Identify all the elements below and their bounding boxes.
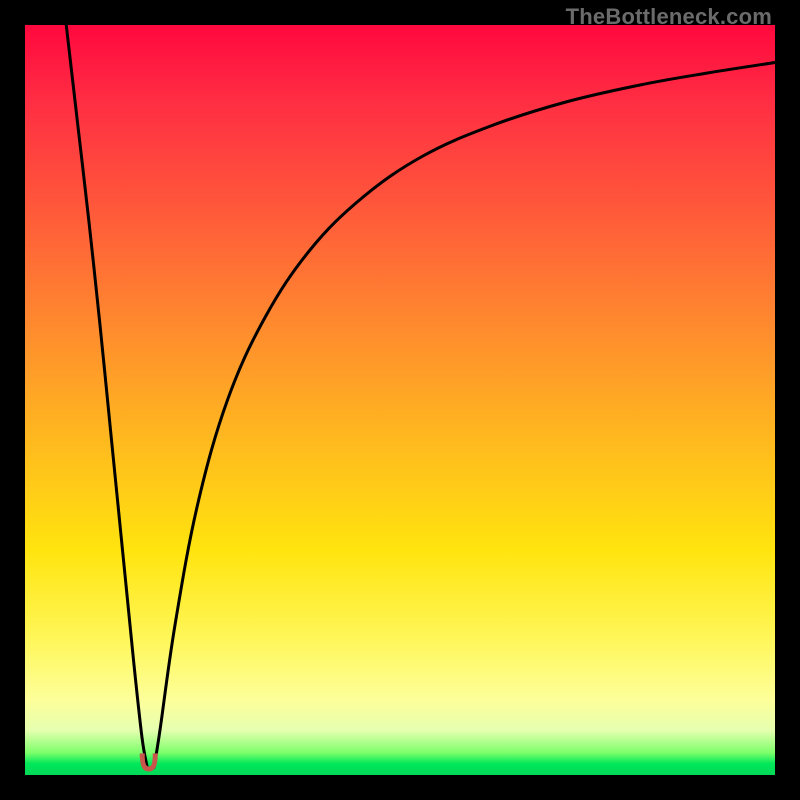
minimum-marker <box>140 753 158 771</box>
chart-stage: TheBottleneck.com <box>0 0 800 800</box>
curve-layer <box>25 25 775 775</box>
watermark-text: TheBottleneck.com <box>566 4 772 30</box>
curve-left-branch <box>66 25 147 768</box>
curve-right-branch <box>154 63 775 768</box>
